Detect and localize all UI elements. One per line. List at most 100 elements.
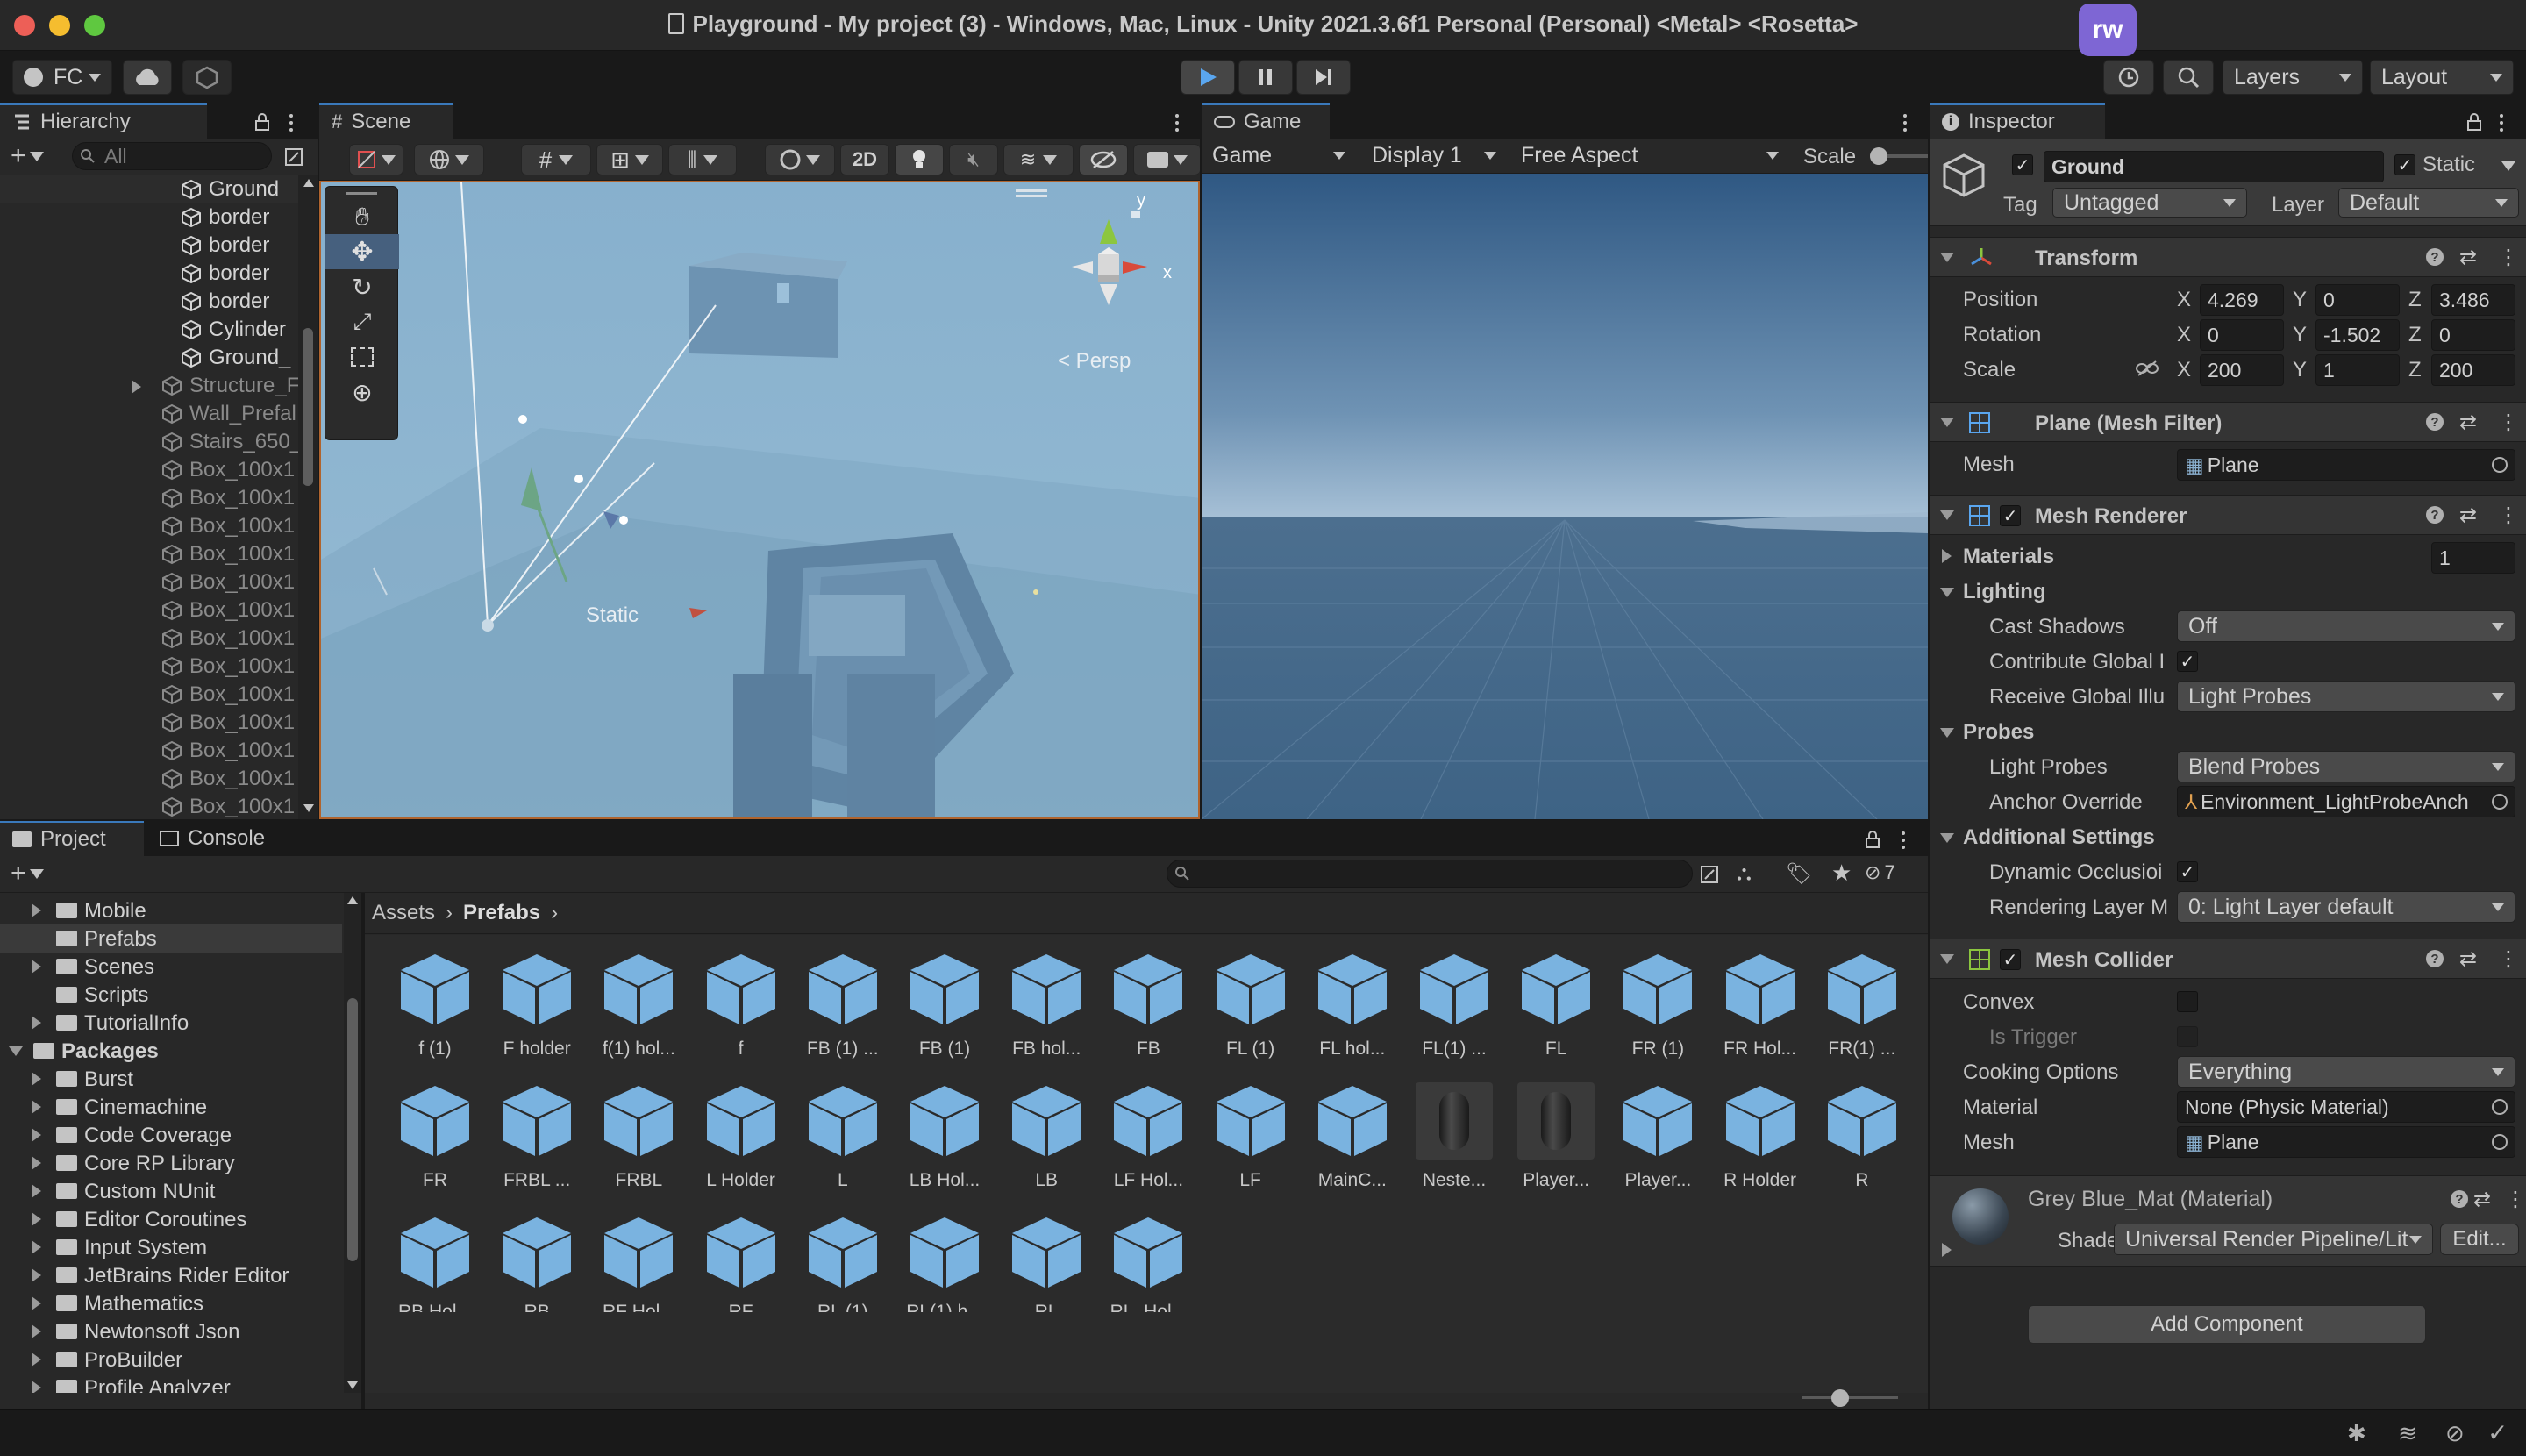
position-y-field[interactable]: 0 [2316,284,2400,316]
effects-dropdown[interactable]: ≋ [1003,144,1074,175]
help-icon[interactable]: ? [2426,950,2444,967]
asset-item[interactable]: f(1) hol... [588,951,689,1074]
project-folder-item[interactable]: Burst [0,1065,342,1093]
rotation-y-label[interactable]: Y [2293,323,2307,347]
shader-dropdown[interactable]: Universal Render Pipeline/Lit [2114,1224,2433,1255]
mesh-renderer-enabled-checkbox[interactable]: ✓ [2000,505,2021,526]
hierarchy-item[interactable]: Ground [0,175,298,203]
scene-viewport[interactable]: y x < Persp Static ✋︎ ✥ ↻ ⤢ ⊕ [319,181,1200,819]
tag-dropdown[interactable]: Untagged [2052,188,2247,218]
asset-item[interactable]: FB (1) ... [792,951,894,1074]
hierarchy-item[interactable]: border [0,288,298,316]
asset-item[interactable]: LF [1200,1082,1302,1205]
project-folder-item[interactable]: Mobile [0,896,342,924]
hierarchy-item[interactable]: border [0,232,298,260]
add-component-button[interactable]: Add Component [2028,1305,2426,1344]
auto-generate-lighting-icon[interactable]: ⊘ [2445,1420,2465,1447]
account-dropdown[interactable]: FC [12,60,112,95]
asset-item[interactable]: FL hol... [1302,951,1403,1074]
hierarchy-item[interactable]: Box_100x1 [0,681,298,709]
create-asset-button[interactable]: + [11,860,44,887]
project-folder-item[interactable]: Newtonsoft Json [0,1317,342,1345]
display-dropdown[interactable]: Display 1 [1361,139,1507,172]
asset-item[interactable]: f (1) [384,951,486,1074]
static-dropdown-arrow[interactable] [2501,161,2515,171]
asset-item[interactable]: FB (1) [894,951,995,1074]
scale-z-label[interactable]: Z [2408,358,2422,382]
position-x-label[interactable]: X [2177,288,2191,312]
lock-icon[interactable] [254,112,270,132]
filter-by-type-icon[interactable]: ⛬ [1737,861,1752,886]
project-folder-item[interactable]: TutorialInfo [0,1009,342,1037]
more-menu-icon[interactable] [1903,114,1909,132]
play-button[interactable] [1181,60,1235,95]
expand-arrow-icon[interactable] [32,960,41,974]
expand-arrow-icon[interactable] [132,380,141,394]
rotation-z-label[interactable]: Z [2408,323,2422,347]
hierarchy-item[interactable]: Box_100x1 [0,596,298,625]
expand-arrow-icon[interactable] [32,1296,41,1310]
game-viewport[interactable] [1202,174,1928,819]
cloud-button[interactable] [123,60,172,95]
scale-y-field[interactable]: 1 [2316,354,2400,386]
layer-dropdown[interactable]: Default [2338,188,2519,218]
game-view-mode-dropdown[interactable]: Game [1202,139,1356,172]
additional-settings-collapse-arrow[interactable] [1940,833,1954,843]
camera-dropdown[interactable] [1133,144,1200,175]
asset-item[interactable]: FB hol... [995,951,1097,1074]
component-menu-icon[interactable]: ⋮ [2498,245,2519,270]
draw-mode-dropdown[interactable] [349,144,403,175]
hierarchy-item[interactable]: Box_100x1 [0,793,298,819]
aspect-dropdown[interactable]: Free Aspect [1510,139,1789,172]
help-icon[interactable]: ? [2426,413,2444,431]
rw-badge[interactable]: rw [2079,4,2137,56]
asset-item[interactable]: FRBL [588,1082,689,1205]
expand-arrow-icon[interactable] [32,1353,41,1367]
mesh-collider-header[interactable]: ✓ Mesh Collider ? ⇄ ⋮ [1930,939,2526,979]
expand-arrow-icon[interactable] [32,1072,41,1086]
history-button[interactable] [2103,60,2154,95]
project-search-input[interactable] [1167,860,1693,888]
materials-expand-arrow[interactable] [1942,549,1952,563]
anchor-override-field[interactable]: ⅄ Environment_LightProbeAnch [2177,786,2515,817]
check-circle-icon[interactable]: ✓ [2487,1418,2508,1447]
hierarchy-item[interactable]: Ground_ [0,344,298,372]
dynamic-occlusion-checkbox[interactable]: ✓ [2177,861,2198,882]
project-folder-item[interactable]: Packages [0,1037,342,1065]
component-menu-icon[interactable]: ⋮ [2505,1187,2526,1212]
lightmap-icon[interactable]: ≋ [2398,1420,2417,1447]
hierarchy-item[interactable]: Box_100x1 [0,456,298,484]
hierarchy-scrollbar[interactable] [298,175,318,819]
hidden-objects-toggle[interactable] [1079,144,1128,175]
asset-item[interactable]: L [792,1082,894,1205]
hierarchy-item[interactable]: Box_100x1 [0,484,298,512]
asset-item[interactable]: FB [1097,951,1199,1074]
hierarchy-item[interactable]: Box_100x1 [0,568,298,596]
incremental-snap-button[interactable]: ⊞ [596,144,663,175]
global-local-dropdown[interactable] [414,144,484,175]
hidden-packages-toggle[interactable]: ⊘ 7 [1865,861,1895,884]
asset-item[interactable]: FR(1) ... [1811,951,1913,1074]
object-picker-icon[interactable] [2492,457,2508,473]
hierarchy-item[interactable]: Cylinder [0,316,298,344]
scale-x-field[interactable]: 200 [2200,354,2284,386]
breadcrumb-prefabs[interactable]: Prefabs [463,901,540,925]
expand-arrow-icon[interactable] [32,1100,41,1114]
help-icon[interactable]: ? [2451,1190,2468,1208]
project-folder-item[interactable]: Code Coverage [0,1121,342,1149]
presets-icon[interactable]: ⇄ [2473,1187,2491,1212]
hierarchy-item[interactable]: border [0,260,298,288]
asset-item[interactable]: MainC... [1302,1082,1403,1205]
component-menu-icon[interactable]: ⋮ [2498,503,2519,528]
layout-dropdown[interactable]: Layout [2370,60,2514,95]
presets-icon[interactable]: ⇄ [2459,410,2477,435]
expand-arrow-icon[interactable] [32,1016,41,1030]
search-by-type-icon[interactable] [1700,865,1721,884]
lock-icon[interactable] [2466,112,2482,132]
rotation-x-field[interactable]: 0 [2200,319,2284,351]
project-folder-item[interactable]: Core RP Library [0,1149,342,1177]
hierarchy-item[interactable]: Box_100x1 [0,737,298,765]
presets-icon[interactable]: ⇄ [2459,503,2477,528]
hierarchy-item[interactable]: Box_100x1 [0,540,298,568]
asset-item[interactable]: FR (1) [1607,951,1709,1074]
